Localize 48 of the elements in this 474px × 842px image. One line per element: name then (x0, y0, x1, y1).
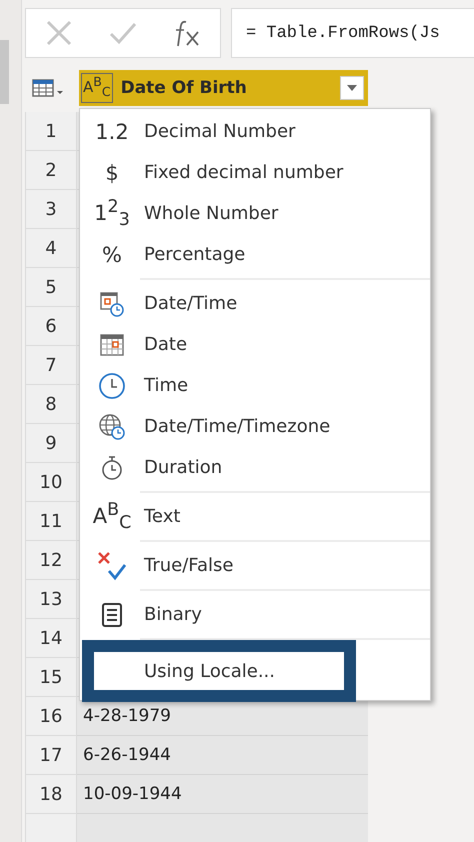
menu-item[interactable]: Date/Time/Timezone (80, 406, 430, 447)
menu-item[interactable]: Duration (80, 447, 430, 488)
row-number: 3 (25, 190, 77, 229)
row-number: 9 (25, 424, 77, 463)
column-header[interactable]: A$^{B}$$_{C}$ Date Of Birth (79, 70, 368, 106)
menu-item[interactable]: Using Locale... (82, 640, 356, 702)
menu-item[interactable]: % Percentage (80, 234, 430, 275)
globe-clock-icon (98, 412, 126, 440)
document-icon (100, 602, 124, 628)
menu-item[interactable]: $ Fixed decimal number (80, 152, 430, 193)
type-icon: 1.2 (95, 120, 129, 144)
row-number: 18 (25, 775, 77, 814)
calendar-icon (99, 332, 125, 356)
table-cell: 6-26-1944 (77, 736, 368, 775)
row-number: 13 (25, 580, 77, 619)
formula-field[interactable]: = Table.FromRows(Js (231, 8, 474, 58)
row-number: 17 (25, 736, 77, 775)
row-number: 12 (25, 541, 77, 580)
check-icon[interactable] (108, 21, 137, 45)
row-number: 10 (25, 463, 77, 502)
row-number: 1 (25, 112, 77, 151)
row-number: 8 (25, 385, 77, 424)
row-number: 6 (25, 307, 77, 346)
menu-item[interactable]: Date (80, 324, 430, 365)
scroll-thumb[interactable] (0, 40, 9, 104)
menu-item[interactable]: True/False (80, 545, 430, 586)
type-icon: $ (105, 160, 119, 184)
menu-item[interactable]: Time (80, 365, 430, 406)
row-number: 2 (25, 151, 77, 190)
menu-item[interactable]: 1.2 Decimal Number (80, 111, 430, 152)
menu-item[interactable]: Date/Time (80, 283, 430, 324)
type-icon: % (102, 242, 122, 266)
row-number: 16 (25, 697, 77, 736)
column-title: Date Of Birth (120, 78, 248, 98)
table-cell: 10-09-1944 (77, 775, 368, 814)
row-number: 15 (25, 658, 77, 697)
row-number: 14 (25, 619, 77, 658)
row-number: 11 (25, 502, 77, 541)
menu-item[interactable]: Binary (80, 594, 430, 635)
caret-icon (346, 84, 358, 92)
calendar-clock-icon (99, 290, 125, 316)
dropdown-button[interactable] (340, 76, 364, 100)
row-number: 4 (25, 229, 77, 268)
cross-check-icon (97, 550, 127, 580)
row-number: 5 (25, 268, 77, 307)
stopwatch-icon (101, 454, 123, 480)
clock-icon (98, 372, 126, 400)
row-number: 7 (25, 346, 77, 385)
